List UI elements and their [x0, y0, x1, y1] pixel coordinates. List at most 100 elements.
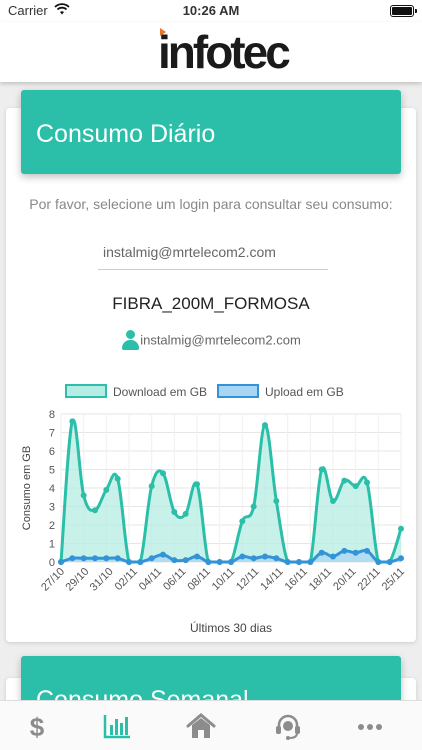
series-point-1: [205, 559, 212, 565]
daily-card-title: Consumo Diário: [36, 120, 216, 148]
legend-label-0: Download em GB: [113, 385, 207, 399]
series-area-0: [61, 420, 401, 562]
series-point-1: [137, 559, 144, 565]
legend-label-1: Upload em GB: [265, 385, 344, 399]
daily-consumption-card: Consumo Diário Por favor, selecione um l…: [6, 90, 416, 642]
y-tick-label: 1: [49, 539, 55, 551]
series-point-1: [352, 549, 359, 556]
series-point-1: [318, 549, 325, 556]
series-point-0: [330, 497, 336, 504]
x-tick-label: 10/11: [210, 566, 237, 593]
login-prompt: Por favor, selecione um login para consu…: [29, 196, 393, 212]
series-point-1: [364, 547, 370, 554]
series-point-1: [69, 555, 76, 562]
logo-accent-icon: [160, 28, 166, 36]
series-point-1: [182, 557, 189, 564]
series-point-0: [250, 503, 257, 510]
series-point-0: [262, 422, 268, 429]
x-tick-label: 06/11: [161, 566, 188, 593]
series-point-0: [352, 483, 359, 490]
tab-billing[interactable]: $: [22, 711, 52, 742]
user-info: instalmig@mrtelecom2.com: [6, 330, 416, 350]
series-point-1: [296, 559, 302, 565]
user-login: instalmig@mrtelecom2.com: [140, 332, 301, 348]
series-point-0: [341, 477, 348, 484]
home-icon: [186, 713, 216, 738]
x-tick-label: 27/10: [39, 566, 67, 594]
series-point-1: [284, 559, 291, 565]
x-tick-label: 18/11: [307, 566, 334, 593]
clock: 10:26 AM: [182, 3, 240, 18]
series-point-1: [228, 559, 234, 565]
weekly-card-title: Consumo Semanal: [36, 686, 249, 700]
tab-home[interactable]: [186, 711, 216, 741]
x-tick-label: 08/11: [185, 566, 212, 593]
headset-icon: [276, 714, 300, 740]
y-tick-label: 6: [49, 446, 55, 458]
bar-chart-icon: [103, 715, 130, 739]
y-tick-label: 2: [49, 520, 55, 532]
battery-icon: [390, 5, 417, 17]
x-tick-label: 31/10: [88, 566, 116, 594]
series-point-0: [194, 481, 200, 488]
daily-consumption-chart: 0 1 2 3 4 5 6 7 8 Consumo em GB 27/1029/1031/1002/…: [21, 384, 407, 635]
y-tick-label: 8: [49, 409, 55, 421]
series-point-1: [58, 559, 64, 565]
more-icon: [358, 724, 382, 730]
y-tick-label: 4: [49, 483, 55, 495]
series-point-0: [318, 466, 325, 473]
logo-text: infotec: [158, 26, 291, 78]
series-point-1: [386, 559, 393, 565]
series-point-1: [239, 553, 246, 560]
series-point-0: [80, 492, 87, 499]
y-tick-label: 7: [49, 428, 55, 440]
legend-swatch-1: [217, 384, 259, 398]
y-tick-label: 0: [49, 557, 55, 569]
series-point-0: [92, 507, 98, 514]
svg-text:$: $: [30, 712, 45, 741]
tab-support[interactable]: [273, 711, 303, 741]
x-tick-label: 02/11: [113, 566, 140, 593]
x-tick-label: 20/11: [331, 566, 358, 593]
scroll-content[interactable]: Consumo Diário Por favor, selecione um l…: [0, 82, 422, 700]
plan-name: FIBRA_200M_FORMOSA: [112, 294, 310, 313]
x-tick-label: 25/11: [380, 566, 407, 593]
y-tick-label: 3: [49, 502, 55, 514]
series-point-0: [239, 518, 246, 525]
series-point-1: [330, 553, 336, 560]
series-point-0: [171, 509, 178, 516]
series-point-1: [103, 555, 110, 562]
x-tick-label: 29/10: [63, 566, 91, 594]
tab-consumption[interactable]: [102, 711, 132, 741]
x-tick-label: 04/11: [137, 566, 164, 593]
series-point-0: [398, 525, 404, 532]
series-point-1: [216, 559, 223, 565]
tab-more[interactable]: [355, 711, 385, 741]
y-tick-label: 5: [49, 465, 55, 477]
series-point-0: [69, 418, 76, 425]
series-point-0: [273, 497, 280, 504]
series-point-1: [341, 547, 348, 554]
series-point-1: [273, 555, 280, 562]
series-point-1: [80, 555, 87, 562]
series-point-1: [171, 557, 178, 564]
series-point-1: [194, 553, 200, 560]
login-select-value: instalmig@mrtelecom2.com: [103, 244, 276, 260]
series-point-1: [148, 555, 155, 562]
series-point-1: [250, 555, 257, 562]
series-point-0: [160, 470, 166, 477]
series-point-0: [114, 475, 121, 482]
series-point-1: [375, 559, 382, 565]
tab-bar: $: [0, 700, 422, 750]
x-tick-label: 22/11: [355, 566, 382, 593]
series-point-1: [398, 555, 404, 562]
weekly-card-header: Consumo Semanal: [21, 656, 401, 700]
x-tick-label: 12/11: [234, 566, 261, 593]
series-point-0: [103, 486, 110, 493]
user-icon: [121, 330, 140, 350]
daily-card-header: Consumo Diário: [21, 90, 401, 174]
infotec-logo: infotec: [158, 28, 291, 76]
x-tick-label: 14/11: [258, 566, 285, 593]
login-select[interactable]: instalmig@mrtelecom2.com: [98, 240, 328, 270]
y-axis-label: Consumo em GB: [21, 446, 33, 530]
